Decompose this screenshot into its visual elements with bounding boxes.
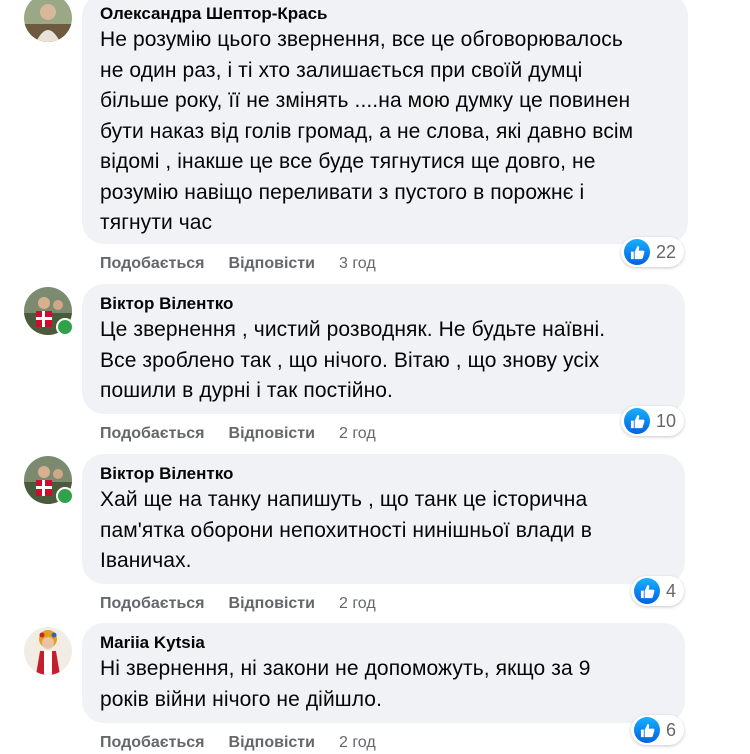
comment-author[interactable]: Віктор Вілентко xyxy=(100,463,667,485)
like-button[interactable]: Подобається xyxy=(100,425,205,443)
comment-bubble: Віктор Вілентко Це звернення , чистий ро… xyxy=(82,284,685,414)
reply-button[interactable]: Відповісти xyxy=(229,595,315,613)
like-reaction-icon xyxy=(634,578,660,604)
reply-button[interactable]: Відповісти xyxy=(229,734,315,752)
like-button[interactable]: Подобається xyxy=(100,734,205,752)
reactions-summary[interactable]: 6 xyxy=(631,715,685,745)
comment-actions: Подобається Відповісти 2 год xyxy=(100,425,376,443)
comment-actions: Подобається Відповісти 2 год xyxy=(100,595,376,613)
comment-text: Це звернення , чистий розводняк. Не будь… xyxy=(100,315,667,407)
avatar-photo-icon xyxy=(24,627,72,675)
reaction-count: 4 xyxy=(666,580,677,601)
reaction-count: 22 xyxy=(656,241,677,262)
comment-line: пам'ятка оборони непохитності нинішньої … xyxy=(100,518,592,542)
reactions-summary[interactable]: 10 xyxy=(621,406,685,436)
comment-line: Це звернення , чистий розводняк. Не будь… xyxy=(100,318,606,341)
comment-line: більше року, її не змінять ....на мою ду… xyxy=(100,89,631,112)
avatar[interactable] xyxy=(24,0,72,42)
like-button[interactable]: Подобається xyxy=(100,595,205,613)
reactions-summary[interactable]: 4 xyxy=(631,576,685,606)
comment-line: Не розумію цього звернення, все це обгов… xyxy=(100,28,623,51)
comment-author[interactable]: Олександра Шептор-Крась xyxy=(100,3,670,25)
comment-bubble: Mariia Kytsia Ні звернення, ні закони не… xyxy=(82,623,685,723)
comment-text: Не розумію цього звернення, все це обгов… xyxy=(100,25,670,239)
reactions-summary[interactable]: 22 xyxy=(621,237,685,267)
reaction-count: 6 xyxy=(666,719,677,740)
avatar[interactable] xyxy=(24,627,72,675)
reply-button[interactable]: Відповісти xyxy=(229,255,315,273)
comment-line: Іваничах. xyxy=(100,549,192,572)
comment-line: пошили в дурні і так постійно. xyxy=(100,379,393,402)
comment-line: бути наказ від голів громад, а не слова,… xyxy=(100,119,634,143)
comment-line: Хай ще на танку напишуть , що танк це іс… xyxy=(100,488,588,511)
comment-author[interactable]: Віктор Вілентко xyxy=(100,293,667,315)
comment-line: відомі , інакше це все буде тягнутися ще… xyxy=(100,150,596,173)
comment-actions: Подобається Відповісти 2 год xyxy=(100,734,376,752)
online-status-icon xyxy=(56,318,74,336)
comment-timestamp[interactable]: 2 год xyxy=(339,425,376,443)
avatar-photo-icon xyxy=(24,0,72,42)
comment-line: Ні звернення, ні закони не допоможуть, я… xyxy=(100,657,591,680)
like-reaction-icon xyxy=(624,408,650,434)
online-status-icon xyxy=(56,487,74,505)
comment-bubble: Віктор Вілентко Хай ще на танку напишуть… xyxy=(82,454,685,584)
like-reaction-icon xyxy=(634,717,660,743)
comment-actions: Подобається Відповісти 3 год xyxy=(100,255,376,273)
like-reaction-icon xyxy=(624,239,650,265)
comment-timestamp[interactable]: 2 год xyxy=(339,595,376,613)
comment-line: розумію навіщо переливати з пустого в по… xyxy=(100,180,585,204)
like-button[interactable]: Подобається xyxy=(100,255,205,273)
comment-text: Хай ще на танку напишуть , що танк це іс… xyxy=(100,485,667,577)
comment-timestamp[interactable]: 2 год xyxy=(339,734,376,752)
reaction-count: 10 xyxy=(656,410,677,431)
comment-line: тягнути час xyxy=(100,211,213,234)
comment-author[interactable]: Mariia Kytsia xyxy=(100,632,667,654)
comment-line: не один раз, і ті хто залишається при св… xyxy=(100,58,583,82)
comment-bubble: Олександра Шептор-Крась Не розумію цього… xyxy=(82,0,688,244)
comment-line: років війни нічого не дійшло. xyxy=(100,687,383,711)
comment-line: Все зроблено так , що нічого. Вітаю , що… xyxy=(100,348,600,372)
reply-button[interactable]: Відповісти xyxy=(229,425,315,443)
comment-text: Ні звернення, ні закони не допоможуть, я… xyxy=(100,654,667,715)
comment-timestamp[interactable]: 3 год xyxy=(339,255,376,273)
